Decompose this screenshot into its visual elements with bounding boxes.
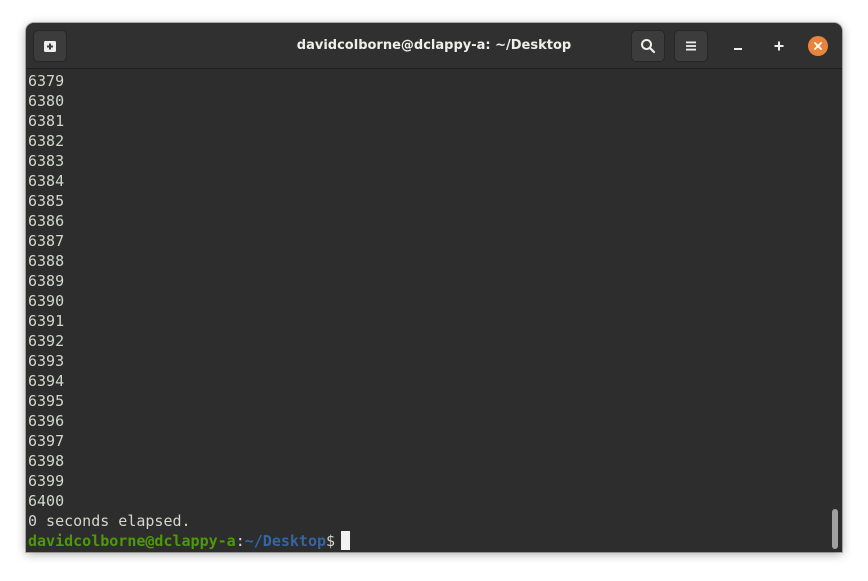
output-line: 6384	[28, 172, 65, 190]
close-button[interactable]	[808, 36, 828, 56]
text-cursor	[341, 531, 351, 550]
output-line: 6382	[28, 132, 65, 150]
menu-button[interactable]	[674, 30, 708, 62]
prompt-colon: :	[235, 532, 245, 550]
new-tab-button[interactable]	[33, 30, 67, 62]
new-tab-icon	[44, 41, 56, 52]
hamburger-menu-icon	[686, 41, 696, 51]
maximize-button[interactable]	[767, 34, 791, 58]
output-line: 6392	[28, 332, 65, 350]
output-line: 6400	[28, 492, 65, 510]
output-line: 6393	[28, 352, 65, 370]
minimize-button[interactable]	[726, 34, 750, 58]
prompt-path: ~/Desktop	[244, 532, 327, 550]
output-line: 6383	[28, 152, 65, 170]
output-line: 6387	[28, 232, 65, 250]
output-line: 6394	[28, 372, 65, 390]
output-line: 6386	[28, 212, 65, 230]
output-line: 6399	[28, 472, 65, 490]
terminal-output[interactable]: 6379 6380 6381 6382 6383 6384 6385 6386 …	[26, 69, 842, 552]
output-line: 6398	[28, 452, 65, 470]
output-line: 6388	[28, 252, 65, 270]
prompt-user-host: davidcolborne@dclappy-a	[28, 532, 236, 550]
close-icon	[814, 42, 822, 50]
scrollbar-thumb[interactable]	[832, 509, 838, 549]
search-icon	[641, 39, 656, 54]
header-bar: davidcolborne@dclappy-a: ~/Desktop	[26, 23, 842, 69]
minimize-icon	[734, 48, 742, 50]
maximize-icon	[774, 41, 784, 51]
output-line: 6379	[28, 72, 65, 90]
output-line: 6380	[28, 92, 65, 110]
output-line: 6396	[28, 412, 65, 430]
output-line: 6381	[28, 112, 65, 130]
search-button[interactable]	[631, 30, 665, 62]
output-line: 6390	[28, 292, 65, 310]
output-line: 6389	[28, 272, 65, 290]
output-line: 6385	[28, 192, 65, 210]
output-line: 6395	[28, 392, 65, 410]
output-line: 6391	[28, 312, 65, 330]
prompt-line[interactable]: davidcolborne@dclappy-a:~/Desktop$	[28, 531, 842, 551]
terminal-window: davidcolborne@dclappy-a: ~/Desktop 6379 …	[26, 23, 842, 552]
status-line: 0 seconds elapsed.	[28, 512, 191, 530]
window-title: davidcolborne@dclappy-a: ~/Desktop	[296, 38, 572, 53]
prompt-dollar: $	[326, 532, 336, 550]
output-line: 6397	[28, 432, 65, 450]
